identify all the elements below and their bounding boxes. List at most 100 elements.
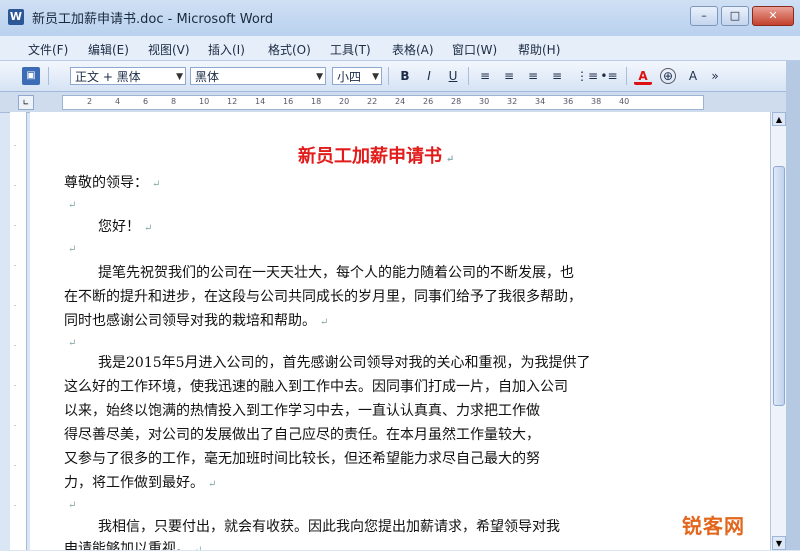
menu-view[interactable]: 视图(V): [144, 40, 194, 59]
empty-paragraph: ↵: [64, 196, 76, 212]
ruler-mark: ·: [14, 142, 17, 150]
document-title: 新员工加薪申请书 ↵: [298, 142, 454, 168]
ruler-tick: 4: [115, 97, 121, 106]
bullet-list-icon[interactable]: •≡: [600, 67, 618, 85]
body-line: 力，将工作做到最好。 ↵: [64, 472, 216, 492]
toolbar-options-icon[interactable]: »: [706, 67, 724, 85]
salutation-line: 尊敬的领导： ↵: [64, 172, 160, 192]
watermark-logo: 锐客网: [682, 514, 745, 538]
tab-selector-icon[interactable]: ∟: [18, 95, 34, 110]
window-frame-right: [786, 61, 800, 550]
menu-table[interactable]: 表格(A): [388, 40, 438, 59]
ruler-tick: 16: [283, 97, 294, 106]
ruler-tick: 12: [227, 97, 238, 106]
menu-tools[interactable]: 工具(T): [326, 40, 375, 59]
ruler-tick: 2: [87, 97, 93, 106]
paragraph-mark-icon: ↵: [320, 317, 329, 328]
empty-paragraph: ↵: [64, 334, 76, 350]
ruler-tick: 22: [367, 97, 378, 106]
ruler-tick: 24: [395, 97, 406, 106]
ruler-mark: ·: [14, 262, 17, 270]
font-size-value: 小四: [337, 70, 362, 84]
close-button[interactable]: ✕: [752, 6, 794, 26]
menu-bar: 文件(F) 编辑(E) 视图(V) 插入(I) 格式(O) 工具(T) 表格(A…: [0, 36, 800, 61]
menu-insert[interactable]: 插入(I): [204, 40, 249, 59]
ruler-mark: ·: [14, 502, 17, 510]
body-line: 我相信，只要付出，就会有收获。因此我向您提出加薪请求，希望领导对我: [98, 519, 560, 535]
ruler-mark: ·: [14, 302, 17, 310]
window-title: 新员工加薪申请书.doc - Microsoft Word: [32, 12, 274, 27]
underline-button[interactable]: U: [444, 67, 462, 85]
ruler-tick: 6: [143, 97, 149, 106]
body-line: 这么好的工作环境，使我迅速的融入到工作中去。因同事们打成一片，自加入公司: [64, 379, 568, 395]
zoom-icon[interactable]: ⊕: [660, 68, 676, 84]
vertical-scrollbar[interactable]: ▲ ▼: [770, 112, 787, 550]
font-size-combo[interactable]: 小四 ▼: [332, 67, 382, 85]
formatting-toolbar: ▣ 正文 + 黑体 ▼ 黑体 ▼ 小四 ▼ B I U ≡ ≡ ≡ ≡ ⋮≡ •≡ A…: [0, 61, 800, 92]
justify-icon[interactable]: ≡: [548, 67, 566, 85]
bold-button[interactable]: B: [396, 67, 414, 85]
ruler-mark: ·: [14, 182, 17, 190]
align-center-icon[interactable]: ≡: [500, 67, 518, 85]
ruler-tick: 18: [311, 97, 322, 106]
menu-file[interactable]: 文件(F): [24, 40, 72, 59]
body-line: 以来，始终以饱满的热情投入到工作学习中去，一直认认真真、力求把工作做: [64, 403, 540, 419]
numbered-list-icon[interactable]: ⋮≡: [576, 67, 598, 85]
save-icon[interactable]: ▣: [22, 67, 40, 85]
menu-format[interactable]: 格式(O): [264, 40, 315, 59]
paragraph-mark-icon: ↵: [152, 179, 161, 190]
body-line-text: 同时也感谢公司领导对我的栽培和帮助。: [64, 313, 316, 329]
menu-edit[interactable]: 编辑(E): [84, 40, 133, 59]
scrollbar-thumb[interactable]: [773, 166, 785, 406]
menu-help[interactable]: 帮助(H): [514, 40, 564, 59]
body-line: 提笔先祝贺我们的公司在一天天壮大，每个人的能力随着公司的不断发展，也: [98, 265, 574, 281]
ruler-tick: 40: [619, 97, 630, 106]
style-value: 正文 + 黑体: [75, 70, 141, 84]
body-line: 同时也感谢公司领导对我的栽培和帮助。 ↵: [64, 310, 328, 330]
font-value: 黑体: [195, 70, 220, 84]
font-combo[interactable]: 黑体 ▼: [190, 67, 326, 85]
toolbar-separator: [626, 67, 627, 85]
window-controls: – □ ✕: [690, 6, 794, 26]
style-combo[interactable]: 正文 + 黑体 ▼: [70, 67, 186, 85]
scroll-up-icon[interactable]: ▲: [772, 112, 786, 126]
align-left-icon[interactable]: ≡: [476, 67, 494, 85]
ruler-tick: 30: [479, 97, 490, 106]
ruler-mark: ·: [14, 222, 17, 230]
document-page[interactable]: 新员工加薪申请书 ↵ 尊敬的领导： ↵ ↵ 您好！ ↵ ↵ 提笔先祝贺我们的公司在一天…: [30, 112, 770, 550]
font-color-icon[interactable]: A: [634, 67, 652, 85]
text-effects-icon[interactable]: A: [684, 67, 702, 85]
italic-button[interactable]: I: [420, 67, 438, 85]
menu-window[interactable]: 窗口(W): [448, 40, 501, 59]
title-bar: W 新员工加薪申请书.doc - Microsoft Word – □ ✕: [0, 0, 800, 37]
minimize-button[interactable]: –: [690, 6, 718, 26]
body-line: 我是2015年5月进入公司的，首先感谢公司领导对我的关心和重视，为我提供了: [98, 355, 591, 371]
paragraph-mark-icon: ↵: [446, 154, 455, 165]
scroll-down-icon[interactable]: ▼: [772, 536, 786, 550]
paragraph-mark-icon: ↵: [194, 545, 202, 550]
ruler-tick: 8: [171, 97, 177, 106]
toolbar-separator: [48, 67, 49, 85]
paragraph-mark-icon: ↵: [68, 338, 77, 349]
paragraph-mark-icon: ↵: [68, 500, 77, 511]
ruler-tick: 10: [199, 97, 210, 106]
empty-paragraph: ↵: [64, 496, 76, 512]
body-line: 申请能够加以重视。 ↵: [64, 538, 202, 550]
paragraph-mark-icon: ↵: [68, 244, 77, 255]
toolbar-separator: [388, 67, 389, 85]
ruler-tick: 34: [535, 97, 546, 106]
ruler-tick: 26: [423, 97, 434, 106]
align-right-icon[interactable]: ≡: [524, 67, 542, 85]
body-line: 又参与了很多的工作，毫无加班时间比较长，但还希望能力求尽自己最大的努: [64, 451, 540, 467]
ruler-scale[interactable]: 2 4 6 8 10 12 14 16 18 20 22 24 26 28 30…: [62, 95, 704, 110]
ruler-tick: 28: [451, 97, 462, 106]
vertical-ruler[interactable]: · · · · · · · · · ·: [10, 112, 27, 550]
ruler-tick: 20: [339, 97, 350, 106]
chevron-down-icon: ▼: [372, 72, 379, 82]
ruler-mark: ·: [14, 382, 17, 390]
ruler-tick: 38: [591, 97, 602, 106]
empty-paragraph: ↵: [64, 240, 76, 256]
ruler-mark: ·: [14, 422, 17, 430]
maximize-button[interactable]: □: [721, 6, 749, 26]
chevron-down-icon: ▼: [176, 72, 183, 82]
